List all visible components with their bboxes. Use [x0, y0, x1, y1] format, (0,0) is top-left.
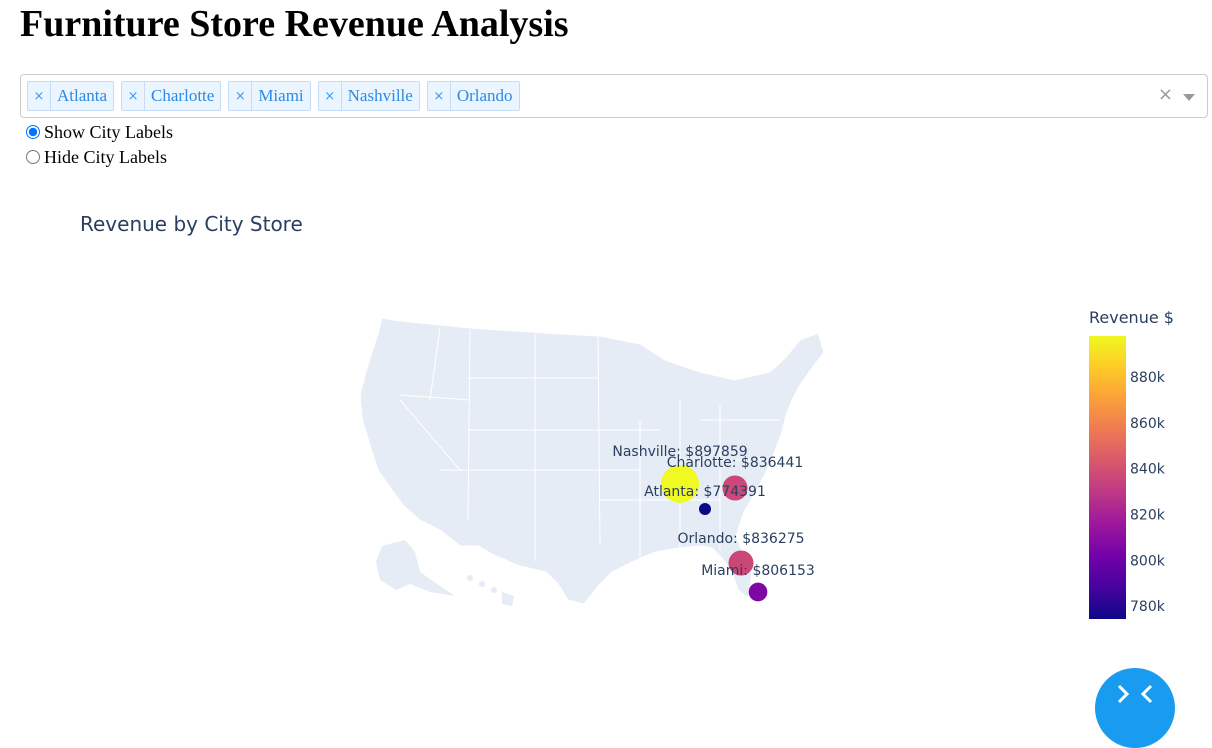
chevron-down-icon[interactable] [1183, 94, 1195, 101]
radio-show-label: Show City Labels [44, 121, 173, 142]
colorbar-tick-label: 840k [1130, 462, 1166, 478]
radio-hide-labels[interactable]: Hide City Labels [26, 145, 167, 169]
colorbar-tick-label: 860k [1130, 416, 1166, 432]
marker-atlanta[interactable] [699, 503, 711, 515]
radio-show-labels[interactable]: Show City Labels [26, 120, 173, 144]
expand-icon [1117, 684, 1153, 704]
chip-label: Orlando [456, 86, 513, 105]
radio-hide-input[interactable] [26, 150, 40, 164]
chip-remove-icon[interactable]: × [428, 82, 451, 110]
chip-remove-icon[interactable]: × [319, 82, 342, 110]
alaska-shape [376, 540, 455, 596]
chip-label: Charlotte [151, 86, 215, 105]
chip-label: Miami [258, 86, 304, 105]
chip-remove-icon[interactable]: × [28, 82, 51, 110]
colorbar: Revenue $ 780k 800k 820k 840k 860k 880k [1089, 308, 1174, 619]
colorbar-tick-label: 800k [1130, 553, 1166, 569]
label-atlanta: Atlanta: $774391 [644, 484, 766, 500]
city-multiselect[interactable]: × Atlanta × Charlotte × Miami × Nashvill… [20, 74, 1208, 118]
chip-label: Nashville [347, 86, 413, 105]
chart-title: Revenue by City Store [80, 212, 303, 236]
chip-miami: × Miami [228, 81, 311, 111]
hawaii-shape [467, 575, 514, 606]
chip-label: Atlanta [57, 86, 108, 105]
label-nashville: Nashville: $897859 [612, 444, 747, 460]
clear-all-icon[interactable]: × [1158, 85, 1173, 105]
colorbar-ticks: 780k 800k 820k 840k 860k 880k [1130, 370, 1166, 615]
chip-remove-icon[interactable]: × [229, 82, 253, 110]
chip-orlando: × Orlando [426, 81, 520, 111]
revenue-map-chart: Revenue by City Store Atlanta: $774391Ch… [80, 212, 1174, 619]
colorbar-tick-label: 880k [1130, 370, 1166, 386]
page-title: Furniture Store Revenue Analysis [20, 3, 569, 45]
colorbar-title: Revenue $ [1089, 308, 1174, 327]
label-miami: Miami: $806153 [701, 563, 815, 579]
chip-charlotte: × Charlotte [121, 81, 222, 111]
chip-remove-icon[interactable]: × [122, 82, 146, 110]
radio-hide-label: Hide City Labels [44, 146, 167, 167]
expand-button[interactable] [1095, 668, 1175, 748]
colorbar-gradient [1089, 336, 1126, 619]
colorbar-tick-label: 820k [1130, 507, 1166, 523]
chip-nashville: × Nashville [317, 81, 420, 111]
label-orlando: Orlando: $836275 [677, 531, 804, 547]
chip-atlanta: × Atlanta [27, 81, 115, 111]
colorbar-tick-label: 780k [1130, 599, 1166, 615]
marker-miami[interactable] [748, 582, 768, 602]
selected-city-chips: × Atlanta × Charlotte × Miami × Nashvill… [27, 81, 520, 111]
radio-show-input[interactable] [26, 125, 40, 139]
